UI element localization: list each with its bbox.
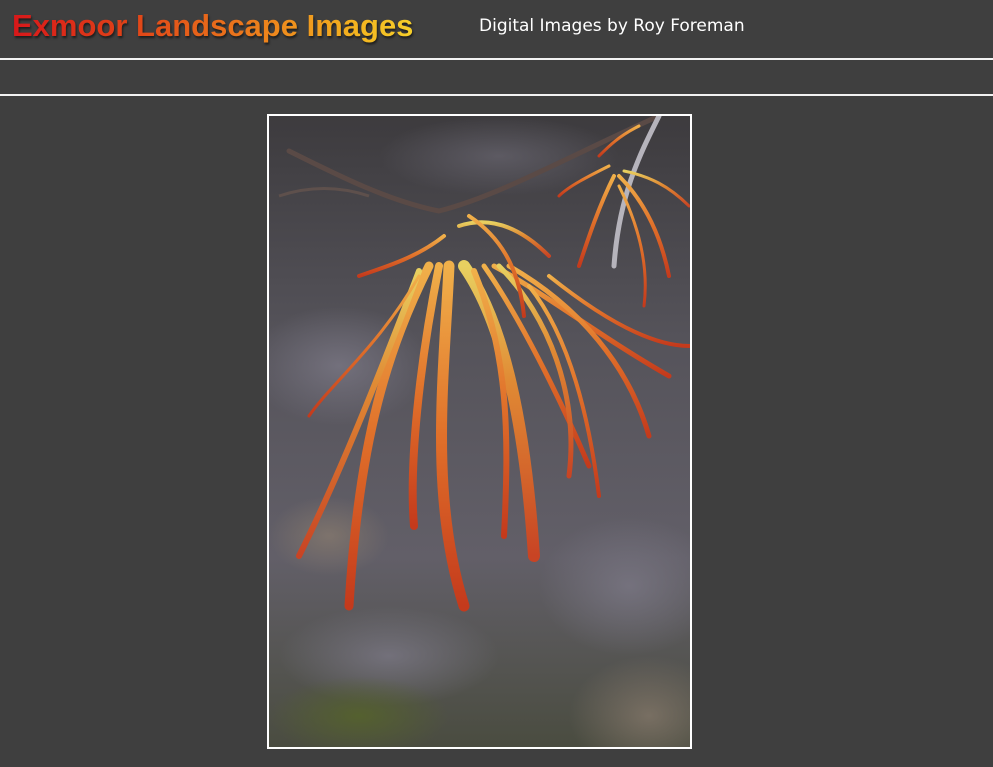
nav-divider [0, 94, 993, 96]
header: Exmoor Landscape Images Digital Images b… [0, 0, 993, 58]
photo-frame[interactable] [267, 114, 692, 749]
autumn-leaves-photo [269, 116, 690, 747]
page: Exmoor Landscape Images Digital Images b… [0, 0, 993, 767]
site-title[interactable]: Exmoor Landscape Images [12, 8, 413, 44]
nav-bar [0, 60, 993, 94]
site-tagline: Digital Images by Roy Foreman [479, 16, 745, 36]
